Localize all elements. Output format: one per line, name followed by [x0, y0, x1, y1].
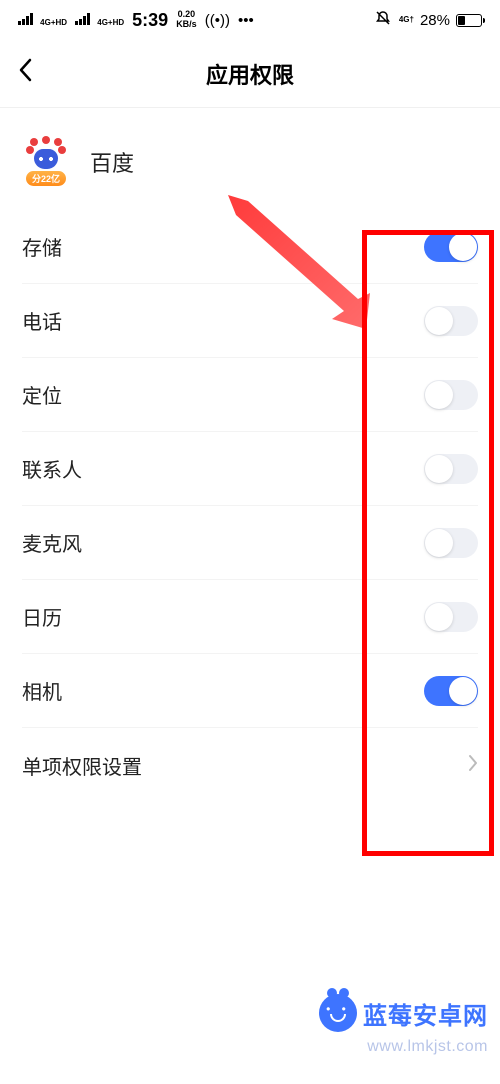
watermark-brand: 蓝莓安卓网: [363, 996, 488, 1031]
signal-1-label: 4G+HD: [40, 18, 67, 27]
back-button[interactable]: [18, 58, 32, 89]
permission-label: 日历: [22, 602, 62, 631]
permission-list: 存储 电话 定位 联系人 麦克风 日历 相机 单项权限设置: [0, 210, 500, 802]
permission-label: 存储: [22, 232, 62, 261]
watermark-icon: [319, 994, 357, 1032]
permission-label: 联系人: [22, 454, 82, 483]
watermark-url: www.lmkjst.com: [367, 1038, 488, 1056]
right-net-label: 4G†: [399, 16, 414, 24]
permission-row-phone: 电话: [22, 284, 478, 358]
permission-label: 定位: [22, 380, 62, 409]
app-icon: 分22亿: [22, 138, 70, 186]
permission-row-storage: 存储: [22, 210, 478, 284]
hotspot-icon: ((•)): [205, 12, 230, 29]
toggle-contacts[interactable]: [424, 454, 478, 484]
permission-label: 麦克风: [22, 528, 82, 557]
toggle-mic[interactable]: [424, 528, 478, 558]
signal-2-icon: 4G+HD: [75, 12, 124, 29]
toggle-storage[interactable]: [424, 232, 478, 262]
permission-label: 电话: [22, 306, 62, 335]
permission-label: 单项权限设置: [22, 751, 142, 780]
permission-row-camera: 相机: [22, 654, 478, 728]
toggle-calendar[interactable]: [424, 602, 478, 632]
permission-row-mic: 麦克风: [22, 506, 478, 580]
toggle-phone[interactable]: [424, 306, 478, 336]
watermark-logo: 蓝莓安卓网: [319, 994, 488, 1032]
network-speed: 0.20 KB/s: [176, 10, 197, 30]
dnd-icon: [375, 10, 391, 30]
app-badge: 分22亿: [26, 171, 66, 186]
toggle-location[interactable]: [424, 380, 478, 410]
permission-row-contacts: 联系人: [22, 432, 478, 506]
signal-2-label: 4G+HD: [97, 18, 124, 27]
signal-1-icon: 4G+HD: [18, 12, 67, 29]
app-header: 分22亿 百度: [0, 108, 500, 210]
permission-label: 相机: [22, 676, 62, 705]
speed-unit: KB/s: [176, 20, 197, 30]
status-time: 5:39: [132, 10, 168, 31]
app-name: 百度: [90, 146, 134, 178]
title-bar: 应用权限: [0, 40, 500, 108]
battery-icon: [456, 14, 482, 27]
status-left: 4G+HD 4G+HD 5:39 0.20 KB/s ((•)) •••: [18, 10, 254, 31]
toggle-camera[interactable]: [424, 676, 478, 706]
more-icon: •••: [238, 12, 254, 29]
status-bar: 4G+HD 4G+HD 5:39 0.20 KB/s ((•)) ••• 4G†…: [0, 0, 500, 40]
chevron-right-icon: [468, 752, 478, 778]
permission-row-single[interactable]: 单项权限设置: [22, 728, 478, 802]
permission-row-location: 定位: [22, 358, 478, 432]
status-right: 4G† 28%: [375, 10, 482, 30]
battery-percent: 28%: [420, 12, 450, 29]
page-title: 应用权限: [206, 58, 294, 90]
permission-row-calendar: 日历: [22, 580, 478, 654]
